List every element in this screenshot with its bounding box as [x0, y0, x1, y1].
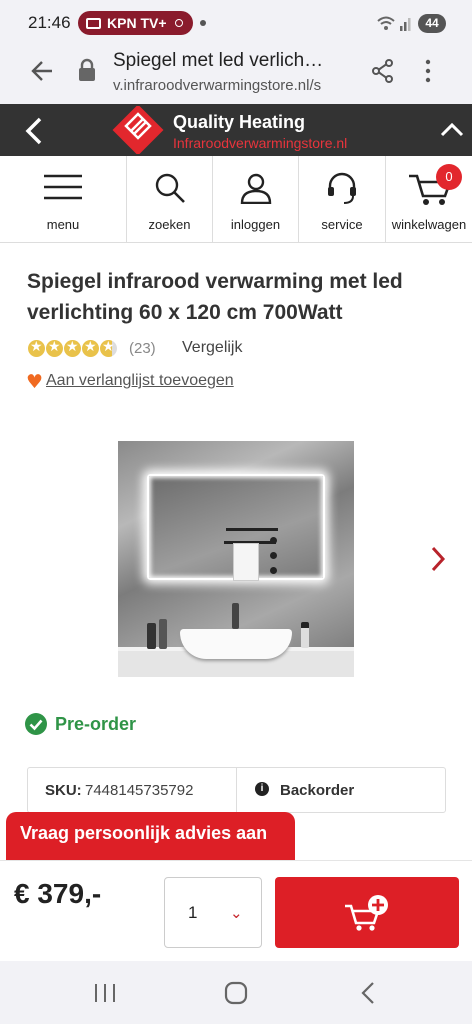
notification-label: KPN TV+	[107, 15, 167, 31]
quantity-select[interactable]: 1 ⌄	[164, 877, 262, 948]
search-icon	[155, 173, 185, 203]
info-icon: i	[255, 782, 269, 796]
headset-icon	[328, 172, 356, 204]
sku-value: 7448145735792	[85, 782, 194, 799]
stock-status: Backorder	[280, 782, 355, 799]
sink	[180, 629, 292, 659]
chevron-left-icon[interactable]	[24, 117, 44, 145]
rating-stars[interactable]	[28, 339, 117, 357]
add-to-cart-button[interactable]	[275, 877, 459, 948]
back-icon[interactable]	[360, 981, 376, 1005]
home-icon[interactable]	[224, 981, 248, 1005]
quality-heating-logo-icon[interactable]	[111, 106, 165, 154]
lock-icon[interactable]	[78, 58, 96, 82]
status-time: 21:46	[28, 13, 71, 32]
star-icon	[46, 339, 63, 357]
back-arrow-icon[interactable]	[30, 60, 54, 82]
hamburger-icon	[44, 174, 82, 200]
kpn-notification-chip[interactable]: KPN TV+	[78, 11, 193, 35]
bottle	[147, 623, 156, 649]
star-icon	[100, 339, 117, 357]
star-icon	[28, 339, 45, 357]
bottle	[159, 619, 167, 649]
system-nav-bar	[0, 961, 472, 1024]
nav-item-zoeken[interactable]: zoeken	[127, 156, 213, 243]
review-count[interactable]: (23)	[129, 340, 156, 357]
product-title: Spiegel infrarood verwarming met led ver…	[27, 270, 403, 324]
battery-indicator: 44	[418, 14, 446, 33]
brand-name[interactable]: Quality Heating	[173, 112, 305, 133]
nav-label-winkelwagen: winkelwagen	[391, 217, 467, 232]
towel-bar	[226, 528, 278, 531]
brand-domain[interactable]: Infraroodverwarmingstore.nl	[173, 135, 347, 151]
towel	[233, 543, 259, 581]
user-icon	[240, 173, 271, 204]
more-options-icon[interactable]	[424, 59, 432, 83]
site-header: Quality Heating Infraroodverwarmingstore…	[0, 104, 472, 156]
star-icon	[64, 339, 81, 357]
chevron-down-icon: ⌄	[230, 904, 243, 922]
wishlist-link[interactable]: Aan verlanglijst toevoegen	[46, 372, 234, 390]
cart-count-badge: 0	[436, 164, 462, 190]
compare-link[interactable]: Vergelijk	[182, 339, 242, 357]
wifi-signal-icon	[377, 16, 411, 31]
nav-item-service[interactable]: service	[299, 156, 386, 243]
check-circle-icon	[25, 713, 47, 735]
quantity-value: 1	[188, 903, 198, 922]
share-icon[interactable]	[371, 59, 395, 83]
sku-label: SKU:	[45, 782, 82, 799]
tv-icon	[86, 17, 101, 29]
nav-item-inloggen[interactable]: inloggen	[213, 156, 299, 243]
price: € 379,-	[14, 878, 102, 909]
rack-knob	[270, 567, 277, 574]
main-nav: menu zoeken inloggen service winkelwagen	[0, 156, 472, 243]
advice-button[interactable]: Vraag persoonlijk advies aan	[6, 812, 295, 860]
rack-knob	[270, 537, 277, 544]
chevron-up-icon[interactable]	[440, 121, 464, 137]
recent-apps-icon[interactable]	[93, 983, 117, 1003]
purchase-bar: € 379,- 1 ⌄	[0, 860, 472, 961]
nav-label-zoeken: zoeken	[148, 217, 191, 232]
heart-icon[interactable]: ♥	[26, 371, 43, 393]
star-icon	[82, 339, 99, 357]
nav-item-menu[interactable]: menu	[0, 156, 127, 243]
divider	[236, 768, 237, 813]
page-title: Spiegel met led verlich…	[113, 50, 324, 71]
tap	[232, 603, 239, 629]
availability-status: Pre-order	[55, 714, 137, 734]
dot-icon	[174, 19, 183, 27]
bottle	[301, 622, 309, 648]
next-image-chevron-icon[interactable]	[430, 546, 446, 572]
notification-dot-icon	[200, 20, 206, 26]
status-bar: 21:46 KPN TV+ 44	[0, 0, 472, 46]
cart-add-icon	[345, 895, 388, 931]
nav-label-inloggen: inloggen	[230, 217, 281, 232]
sku-box: SKU: 7448145735792 i Backorder	[27, 767, 446, 813]
url-bar[interactable]: v.infraroodverwarmingstore.nl/s	[113, 77, 353, 94]
rack-knob	[270, 552, 277, 559]
nav-label-service: service	[321, 217, 363, 232]
nav-label-menu: menu	[46, 217, 80, 232]
product-image[interactable]	[118, 441, 354, 677]
browser-toolbar: Spiegel met led verlich… v.infraroodverw…	[0, 46, 472, 104]
